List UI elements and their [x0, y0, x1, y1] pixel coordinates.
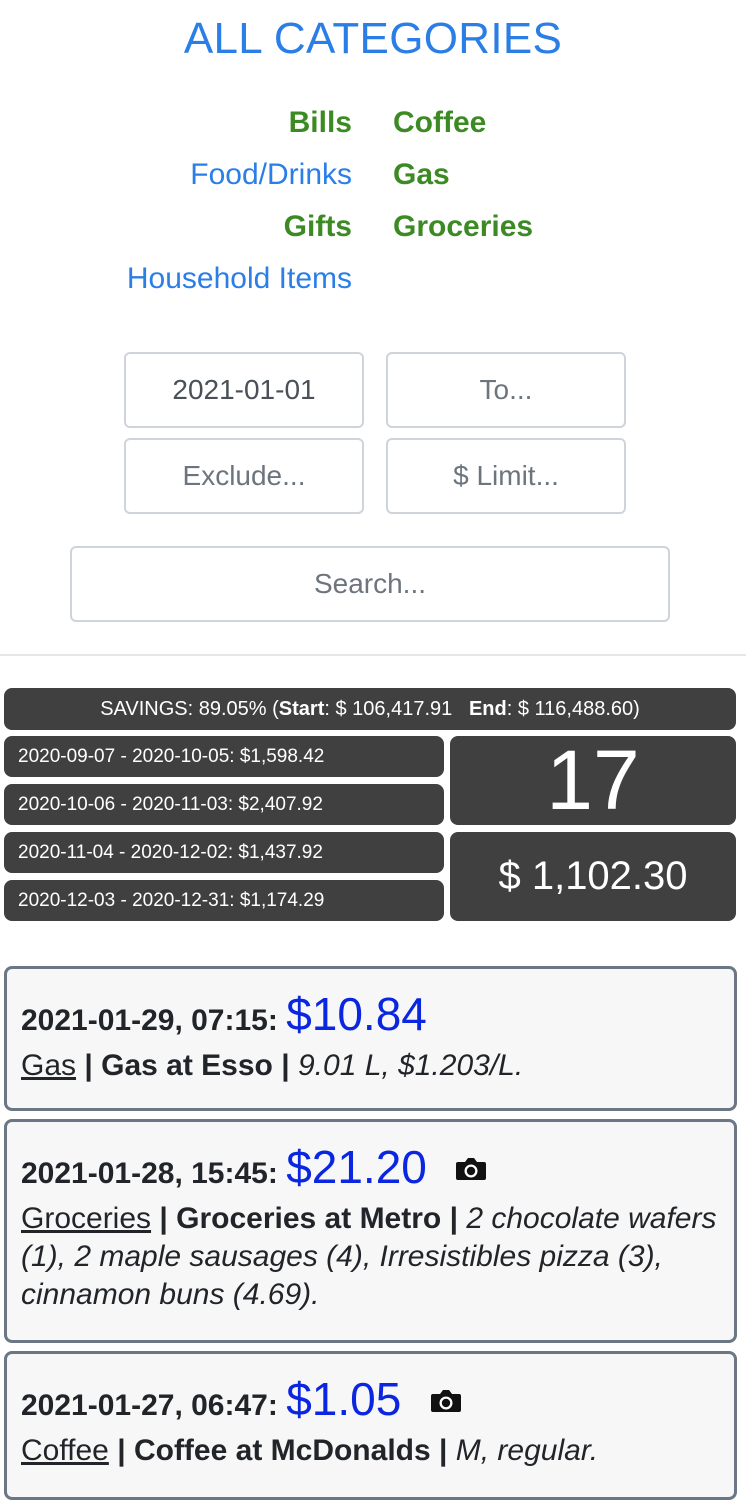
transaction-details: Groceries | Groceries at Metro | 2 choco… [21, 1202, 717, 1311]
period-total: 2020-12-03 - 2020-12-31: $1,174.29 [4, 880, 444, 921]
savings-summary: SAVINGS: 89.05% (Start: $ 106,417.91 End… [4, 688, 736, 730]
category-link-groceries[interactable]: Groceries [393, 209, 533, 245]
category-link-coffee[interactable]: Coffee [393, 105, 486, 141]
period-total-amount: $ 1,102.30 [450, 832, 736, 921]
start-label: Start [278, 698, 325, 720]
transaction-vendor: Groceries at Metro [176, 1202, 442, 1235]
transaction-datetime: 2021-01-29, 07:15 [21, 1004, 268, 1037]
transaction-vendor: Coffee at McDonalds [133, 1434, 431, 1467]
transaction-vendor: Gas at Esso [101, 1049, 273, 1082]
transaction-amount: $10.84 [286, 988, 427, 1040]
camera-icon[interactable] [455, 1156, 487, 1182]
end-value: : $ 116,488.60) [506, 698, 640, 720]
category-link-gifts[interactable]: Gifts [284, 209, 352, 245]
transaction-note: 9.01 L, $1.203/L. [297, 1049, 524, 1082]
transaction-card: 2021-01-28, 15:45: $21.20 Groceries | Gr… [4, 1119, 737, 1343]
transaction-details: Gas | Gas at Esso | 9.01 L, $1.203/L. [21, 1049, 524, 1082]
transaction-datetime: 2021-01-27, 06:47 [21, 1389, 268, 1422]
transaction-category-link[interactable]: Coffee [21, 1434, 109, 1467]
category-link-bills[interactable]: Bills [289, 105, 352, 141]
limit-input[interactable] [386, 438, 626, 514]
transaction-datetime: 2021-01-28, 15:45 [21, 1157, 268, 1190]
transaction-amount: $1.05 [286, 1373, 402, 1425]
section-divider [0, 654, 746, 656]
search-input[interactable] [70, 546, 670, 622]
transaction-header: 2021-01-27, 06:47: $1.05 [21, 1372, 720, 1426]
exclude-input[interactable] [124, 438, 364, 514]
transaction-category-link[interactable]: Groceries [21, 1202, 151, 1235]
camera-icon[interactable] [430, 1388, 462, 1414]
category-link-food-drinks[interactable]: Food/Drinks [190, 157, 352, 193]
transaction-details: Coffee | Coffee at McDonalds | M, regula… [21, 1434, 599, 1467]
period-total: 2020-11-04 - 2020-12-02: $1,437.92 [4, 832, 444, 873]
period-total: 2020-09-07 - 2020-10-05: $1,598.42 [4, 736, 444, 777]
from-date-input[interactable] [124, 352, 364, 428]
category-link-household-items[interactable]: Household Items [127, 261, 352, 297]
transaction-note: M, regular. [455, 1434, 599, 1467]
transaction-header: 2021-01-29, 07:15: $10.84 [21, 988, 427, 1040]
start-value: : $ 106,417.91 [324, 698, 453, 720]
savings-label: SAVINGS: 89.05% ( [100, 698, 279, 720]
transaction-header: 2021-01-28, 15:45: $21.20 [21, 1140, 720, 1194]
period-total: 2020-10-06 - 2020-11-03: $2,407.92 [4, 784, 444, 825]
transaction-card: 2021-01-27, 06:47: $1.05 Coffee | Coffee… [4, 1351, 737, 1500]
transaction-amount: $21.20 [286, 1141, 427, 1193]
transaction-count: 17 [450, 736, 736, 825]
end-label: End [468, 698, 507, 720]
transaction-category-link[interactable]: Gas [21, 1049, 76, 1082]
transaction-card: 2021-01-29, 07:15: $10.84 Gas | Gas at E… [4, 966, 737, 1111]
category-link-gas[interactable]: Gas [393, 157, 450, 193]
page-title: ALL CATEGORIES [183, 14, 563, 63]
to-date-input[interactable] [386, 352, 626, 428]
